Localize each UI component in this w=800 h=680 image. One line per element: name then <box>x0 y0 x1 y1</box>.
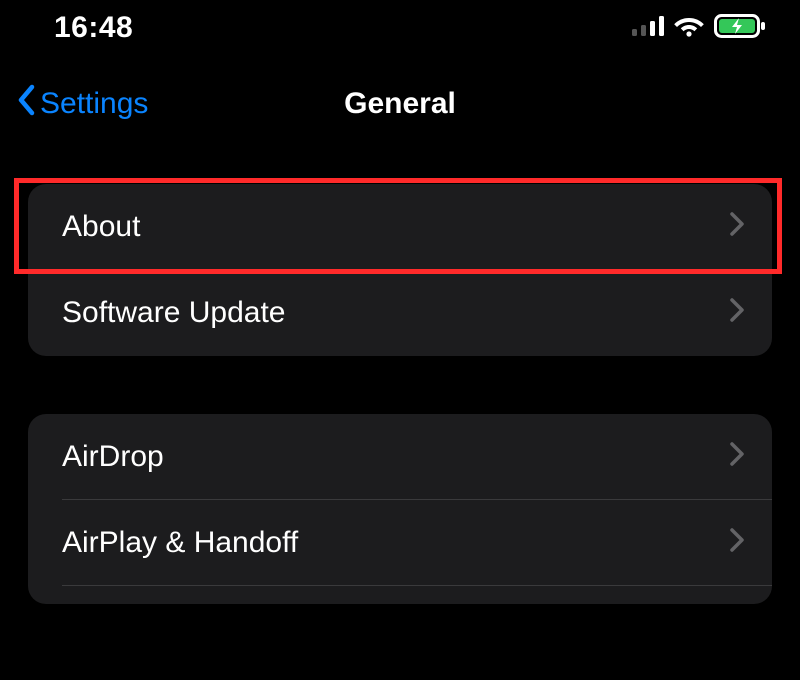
settings-group-1: About Software Update <box>28 184 772 356</box>
row-airplay-handoff[interactable]: AirPlay & Handoff <box>28 500 772 586</box>
chevron-left-icon <box>16 84 36 124</box>
back-label: Settings <box>40 87 148 121</box>
chevron-right-icon <box>730 296 744 330</box>
nav-bar: Settings General <box>0 76 800 132</box>
row-label: Software Update <box>62 296 285 330</box>
row-airdrop[interactable]: AirDrop <box>28 414 772 500</box>
status-bar: 16:48 <box>0 0 800 56</box>
battery-charging-icon <box>714 14 766 43</box>
row-about[interactable]: About <box>28 184 772 270</box>
back-button[interactable]: Settings <box>16 84 148 124</box>
chevron-right-icon <box>730 440 744 474</box>
settings-group-2: AirDrop AirPlay & Handoff <box>28 414 772 604</box>
row-label: About <box>62 210 140 244</box>
row-software-update[interactable]: Software Update <box>28 270 772 356</box>
status-time: 16:48 <box>54 11 133 45</box>
page-title: General <box>344 87 456 121</box>
content-area: About Software Update AirDrop AirPlay & … <box>0 132 800 604</box>
wifi-icon <box>674 15 704 42</box>
chevron-right-icon <box>730 526 744 560</box>
cellular-signal-icon <box>632 16 664 41</box>
row-partial[interactable] <box>28 586 772 604</box>
row-label: AirDrop <box>62 440 164 474</box>
row-label: AirPlay & Handoff <box>62 526 298 560</box>
status-indicators <box>632 14 766 43</box>
chevron-right-icon <box>730 210 744 244</box>
